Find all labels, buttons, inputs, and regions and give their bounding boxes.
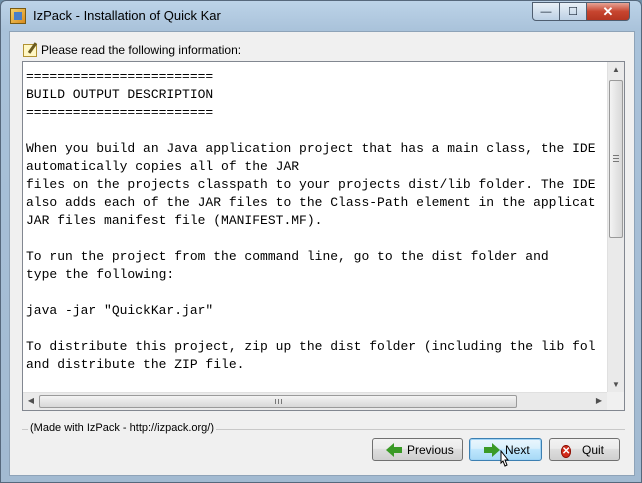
title-bar[interactable]: IzPack - Installation of Quick Kar — ☐ ✕ <box>1 1 641 31</box>
minimize-icon: — <box>540 5 552 18</box>
previous-button[interactable]: Previous <box>372 438 463 461</box>
info-text-content[interactable]: ======================== BUILD OUTPUT DE… <box>26 68 611 392</box>
green-left-arrow-icon <box>386 442 402 457</box>
scroll-up-arrow-icon[interactable]: ▲ <box>610 64 622 76</box>
close-button[interactable]: ✕ <box>586 2 630 21</box>
horizontal-scrollbar[interactable]: ◀ ▶ <box>23 392 609 410</box>
scroll-left-arrow-icon[interactable]: ◀ <box>25 395 37 407</box>
scroll-corner <box>607 392 624 410</box>
mouse-cursor-icon <box>500 450 510 467</box>
vertical-scroll-thumb[interactable] <box>609 80 623 238</box>
vertical-scrollbar[interactable]: ▲ ▼ <box>607 62 624 393</box>
quit-button-label: Quit <box>582 442 605 457</box>
izpack-app-icon <box>10 8 26 24</box>
quit-button[interactable]: ✕ Quit <box>549 438 620 461</box>
scroll-right-arrow-icon[interactable]: ▶ <box>593 395 605 407</box>
minimize-button[interactable]: — <box>532 2 560 21</box>
made-with-label: (Made with IzPack - http://izpack.org/) <box>28 422 217 434</box>
close-icon: ✕ <box>602 3 614 19</box>
horizontal-scroll-thumb[interactable] <box>39 395 517 408</box>
previous-button-label: Previous <box>407 442 454 457</box>
note-pencil-icon <box>23 43 37 57</box>
scroll-down-arrow-icon[interactable]: ▼ <box>610 379 622 391</box>
red-stop-icon: ✕ <box>561 444 572 458</box>
installer-window: IzPack - Installation of Quick Kar — ☐ ✕… <box>0 0 642 483</box>
info-label-text: Please read the following information: <box>41 43 242 57</box>
installer-panel: Please read the following information: =… <box>9 31 635 476</box>
maximize-icon: ☐ <box>568 6 578 18</box>
info-text-box[interactable]: ======================== BUILD OUTPUT DE… <box>22 61 625 411</box>
maximize-button[interactable]: ☐ <box>559 2 587 21</box>
window-title: IzPack - Installation of Quick Kar <box>33 8 221 23</box>
info-header: Please read the following information: <box>23 43 241 57</box>
